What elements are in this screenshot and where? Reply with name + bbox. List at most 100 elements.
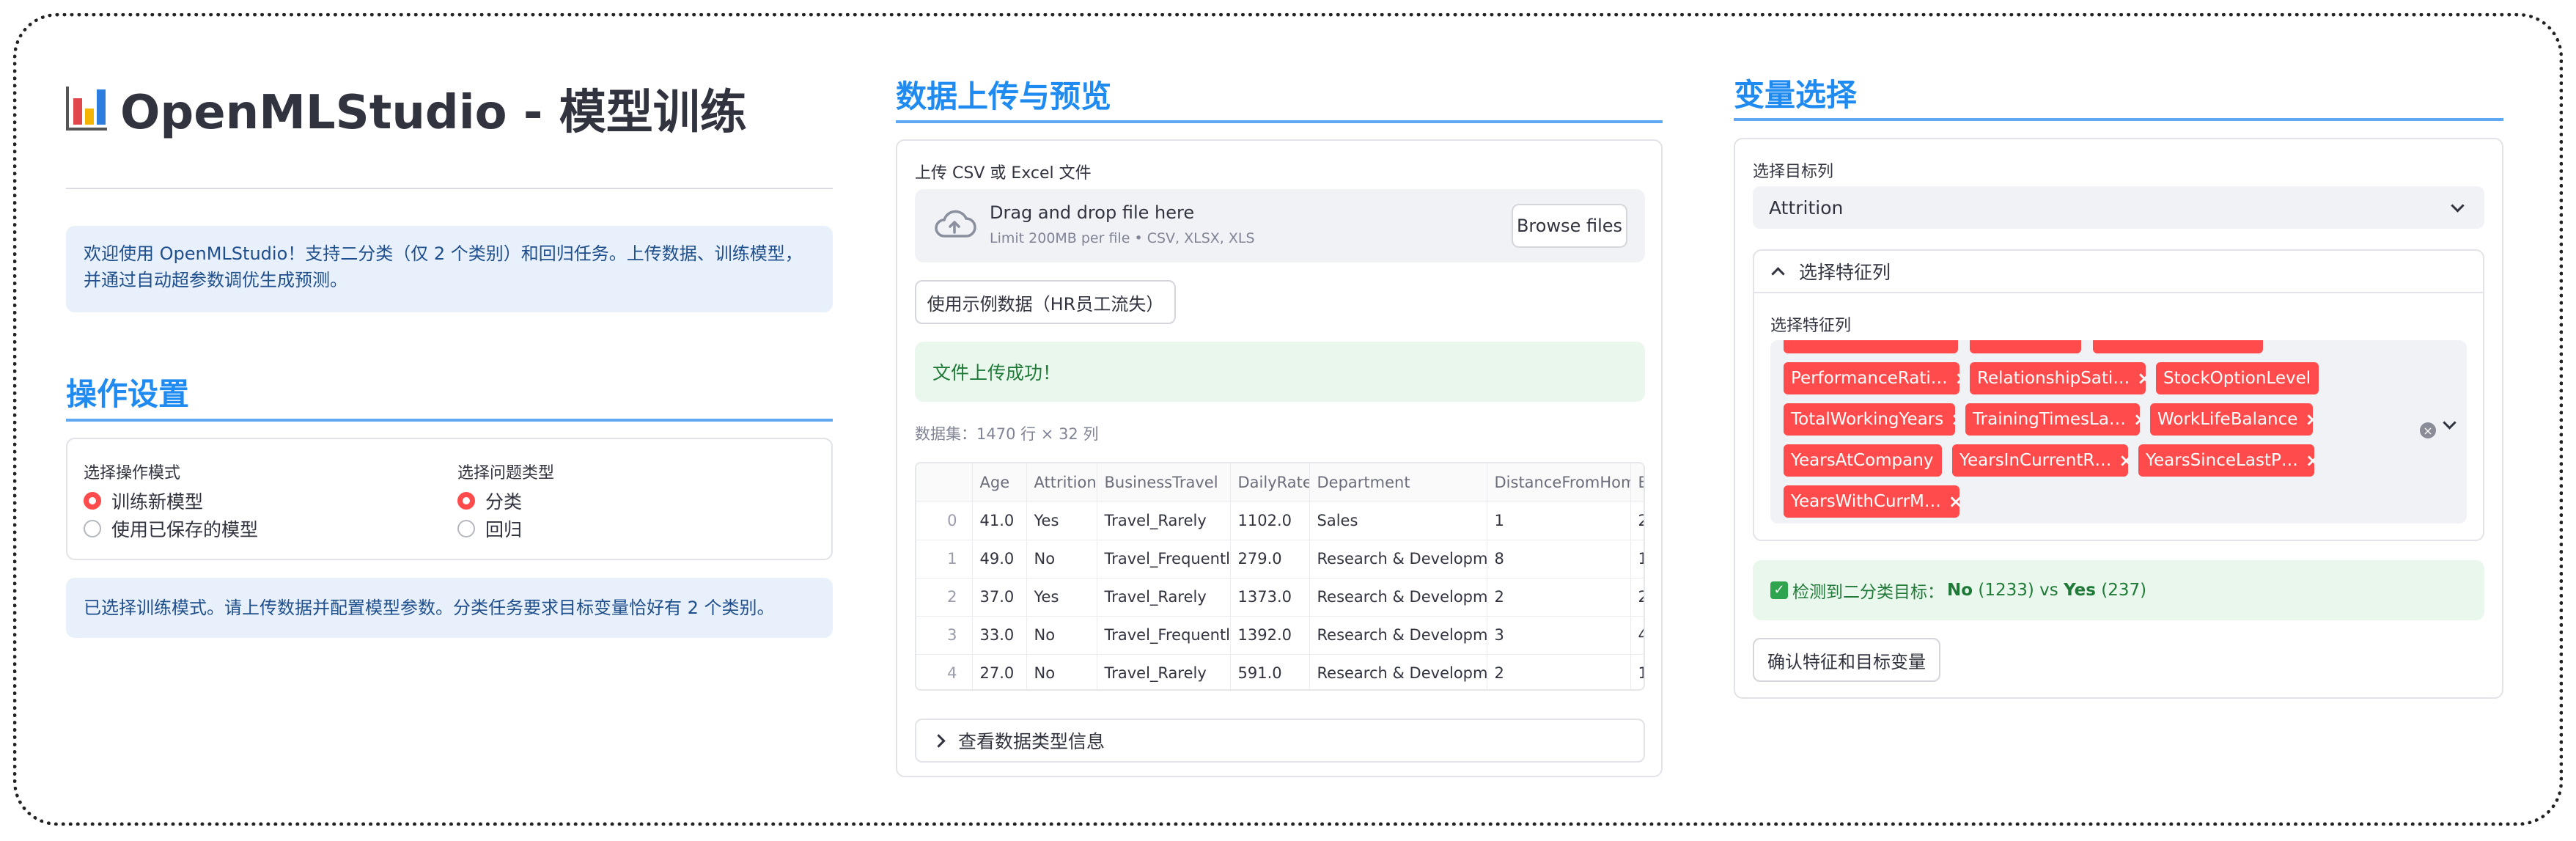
remove-tag-icon[interactable]: × [2137, 368, 2146, 389]
uploader-label: 上传 CSV 或 Excel 文件 [915, 164, 1092, 183]
remove-tag-icon[interactable]: × [1955, 368, 1959, 389]
table-cell: Travel_Rarely [1097, 654, 1231, 689]
remove-tag-icon[interactable]: × [2305, 450, 2314, 471]
table-cell: 4 [1630, 616, 1644, 655]
chevron-down-icon[interactable] [2443, 416, 2457, 430]
tag-label: PerformanceRati… [1791, 369, 1948, 388]
column-header[interactable]: E [1630, 463, 1644, 502]
table-cell: Travel_Rarely [1097, 502, 1231, 540]
mode-info-box: 已选择训练模式。请上传数据并配置模型参数。分类任务要求目标变量恰好有 2 个类别… [66, 578, 833, 638]
radio-mode-saved[interactable]: 使用已保存的模型 [84, 515, 258, 542]
feature-tag[interactable]: TrainingTimesLa… × [1965, 403, 2140, 436]
tag-label: YearsAtCompany [1791, 451, 1934, 470]
cloud-upload-icon [935, 210, 976, 238]
table-cell: 2 [916, 578, 973, 617]
radio-label: 使用已保存的模型 [111, 519, 259, 540]
remove-tag-icon[interactable]: × [1951, 409, 1955, 430]
remove-tag-icon[interactable]: × [2318, 368, 2319, 389]
target-select[interactable]: Attrition [1753, 186, 2484, 229]
feature-tag[interactable]: TotalWorkingYears × [1784, 403, 1955, 436]
upload-card: 上传 CSV 或 Excel 文件 Drag and drop file her… [896, 139, 1663, 777]
remove-tag-icon[interactable]: × [1948, 491, 1959, 512]
feature-label: 选择特征列 [1770, 317, 1852, 335]
app-title: OpenMLStudio - 模型训练 [66, 73, 747, 143]
chevron-down-icon [2451, 199, 2465, 213]
feature-tag[interactable]: RelationshipSati… × [1970, 362, 2146, 394]
feature-multiselect[interactable]: PerformanceRati… × RelationshipSati… × Sto… [1770, 340, 2467, 524]
column-header[interactable]: BusinessTravel [1097, 463, 1231, 502]
variables-title: 变量选择 [1734, 77, 1858, 113]
table-cell: 8 [1487, 540, 1631, 579]
radio-label: 训练新模型 [111, 491, 204, 513]
table-row: 2 37.0 Yes Travel_Rarely 1373.0 Research… [916, 578, 1644, 617]
radio-type-regression[interactable]: 回归 [457, 515, 522, 542]
feature-tag[interactable]: WorkLifeBalance × [2150, 403, 2313, 436]
data-preview-table[interactable]: Age Attrition BusinessTravel DailyRate D… [915, 462, 1645, 691]
column-header[interactable]: Age [972, 463, 1027, 502]
upload-title-rule [896, 120, 1663, 123]
remove-tag-icon[interactable]: × [1940, 450, 1942, 471]
table-cell: 49.0 [972, 540, 1027, 579]
table-cell: Research & Development [1309, 578, 1487, 617]
table-cell: 1 [1630, 540, 1644, 579]
settings-title: 操作设置 [66, 376, 190, 412]
radio-type-classification[interactable]: 分类 [457, 488, 522, 514]
feature-tag[interactable]: YearsWithCurrM… × [1784, 485, 1959, 518]
column-header[interactable]: Department [1309, 463, 1487, 502]
radio-label: 回归 [485, 519, 523, 540]
remove-tag-icon[interactable]: × [2119, 450, 2128, 471]
feature-expander: 选择特征列 选择特征列 PerformanceRati… × Relationsh… [1753, 249, 2484, 541]
radio-mode-train[interactable]: 训练新模型 [84, 488, 203, 514]
tag-label: YearsSinceLastP… [2146, 451, 2298, 470]
feature-tag[interactable] [1784, 340, 1958, 353]
feature-tag[interactable]: StockOptionLevel × [2156, 362, 2319, 394]
browse-files-button[interactable]: Browse files [1512, 204, 1627, 248]
table-cell: 1 [1487, 502, 1631, 540]
dataset-caption-prefix: 数据集： [915, 425, 976, 443]
table-cell: 3 [916, 616, 973, 655]
upload-title: 数据上传与预览 [896, 78, 1112, 114]
feature-tag[interactable]: YearsInCurrentR… × [1952, 444, 2128, 477]
column-header[interactable]: DistanceFromHome [1487, 463, 1631, 502]
welcome-info-box: 欢迎使用 OpenMLStudio！支持二分类（仅 2 个类别）和回归任务。上传… [66, 226, 833, 312]
tag-label: WorkLifeBalance [2157, 410, 2298, 429]
feature-tag[interactable]: PerformanceRati… × [1784, 362, 1959, 394]
radio-unselected-icon [457, 520, 475, 537]
detect-class-1: No [1947, 581, 1973, 600]
limit-text: Limit 200MB per file • CSV, XLSX, XLS [990, 230, 1255, 246]
dataset-caption: 数据集：1470 行 × 32 列 [915, 422, 1098, 444]
bar-chart-icon [66, 86, 107, 131]
dtype-expander[interactable]: 查看数据类型信息 [915, 719, 1645, 763]
radio-unselected-icon [84, 520, 101, 537]
table-cell: 41.0 [972, 502, 1027, 540]
table-row: 0 41.0 Yes Travel_Rarely 1102.0 Sales 1 … [916, 502, 1644, 540]
divider [66, 188, 833, 189]
table-cell: No [1026, 654, 1097, 689]
column-header[interactable] [916, 463, 973, 502]
clear-all-icon[interactable]: × [2420, 422, 2436, 438]
table-cell: 2 [1487, 578, 1631, 617]
file-dropzone[interactable]: Drag and drop file here Limit 200MB per … [915, 189, 1645, 262]
column-header[interactable]: DailyRate [1230, 463, 1310, 502]
feature-tag[interactable] [1970, 340, 2081, 353]
feature-expander-header[interactable]: 选择特征列 [1754, 251, 2483, 293]
binary-detect-box: ✓ 检测到二分类目标： No (1233) vs Yes (237) [1753, 560, 2484, 620]
remove-tag-icon[interactable]: × [2133, 409, 2140, 430]
remove-tag-icon[interactable]: × [2305, 409, 2313, 430]
sample-data-button[interactable]: 使用示例数据（HR员工流失） [915, 280, 1176, 324]
welcome-text: 欢迎使用 OpenMLStudio！支持二分类（仅 2 个类别）和回归任务。上传… [84, 243, 803, 290]
dtype-expander-label: 查看数据类型信息 [958, 731, 1105, 752]
table-row: 1 49.0 No Travel_Frequently 279.0 Resear… [916, 540, 1644, 579]
table-row: 3 33.0 No Travel_Frequently 1392.0 Resea… [916, 616, 1644, 655]
radio-selected-icon [84, 492, 101, 510]
feature-tag[interactable]: YearsAtCompany × [1784, 444, 1942, 477]
variables-card: 选择目标列 Attrition 选择特征列 选择特征列 PerformanceR… [1734, 138, 2503, 699]
table-cell: Research & Development [1309, 616, 1487, 655]
tag-label: RelationshipSati… [1977, 369, 2130, 388]
column-header[interactable]: Attrition [1026, 463, 1097, 502]
feature-tag[interactable] [2093, 340, 2263, 353]
confirm-variables-button[interactable]: 确认特征和目标变量 [1753, 638, 1940, 682]
feature-tag[interactable]: YearsSinceLastP… × [2138, 444, 2314, 477]
mode-label: 选择操作模式 [84, 464, 181, 482]
table-cell: 1102.0 [1230, 502, 1310, 540]
